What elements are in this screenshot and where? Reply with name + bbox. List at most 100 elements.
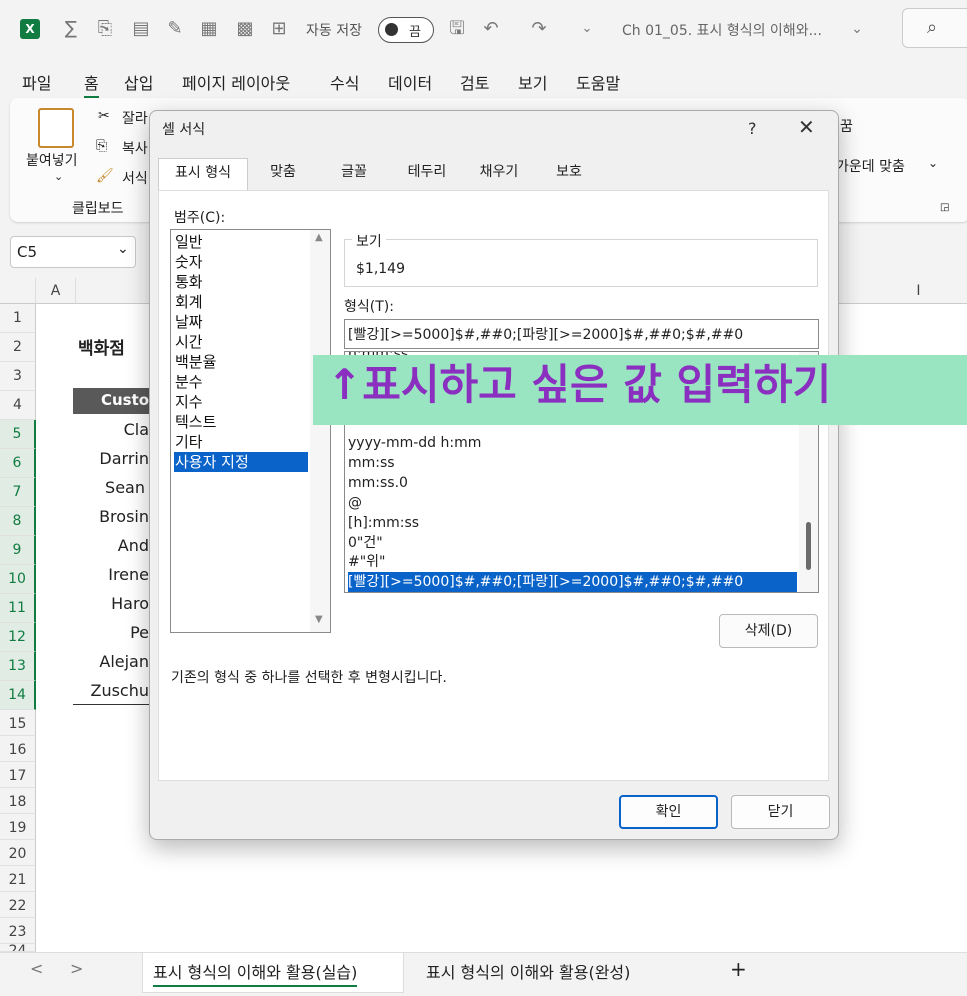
sum-icon[interactable]: ∑ (60, 18, 82, 40)
category-item-selected[interactable]: 사용자 지정 (174, 452, 308, 472)
row-header[interactable]: 9 (0, 536, 36, 565)
menu-formulas[interactable]: 수식 (330, 70, 359, 94)
name-cell[interactable]: And (118, 536, 149, 555)
menu-file[interactable]: 파일 (22, 70, 51, 94)
tab-number[interactable]: 표시 형식 (158, 158, 248, 192)
menu-view[interactable]: 보기 (518, 70, 547, 94)
brush-icon[interactable]: ✎ (164, 18, 186, 40)
chevron-down-icon[interactable]: ⌄ (846, 18, 868, 40)
name-cell[interactable]: Pe (130, 623, 149, 642)
scroll-thumb[interactable] (806, 522, 811, 570)
tab-protection[interactable]: 보호 (536, 158, 602, 190)
table-icon[interactable]: ▦ (198, 18, 220, 40)
category-item[interactable]: 백분율 (174, 352, 308, 372)
category-item[interactable]: 분수 (174, 372, 308, 392)
row-header[interactable]: 20 (0, 840, 36, 866)
sheet-tab-completed[interactable]: 표시 형식의 이해와 활용(완성) (426, 959, 630, 983)
search-box[interactable]: ⌕ (902, 8, 967, 48)
customize-icon[interactable]: ⌄ (576, 18, 598, 40)
format-item[interactable]: @ (348, 493, 797, 513)
cut-button[interactable]: 잘라 (122, 108, 148, 128)
name-cell[interactable]: Sean (105, 478, 145, 497)
prev-sheet-icon[interactable]: < (30, 959, 43, 978)
row-header[interactable]: 2 (0, 333, 36, 362)
category-item[interactable]: 기타 (174, 432, 308, 452)
header-cell[interactable]: Custo (73, 388, 153, 414)
sheet-title-cell[interactable]: 백화점 (78, 334, 125, 359)
close-icon[interactable]: ✕ (798, 115, 815, 139)
tab-fill[interactable]: 채우기 (464, 158, 534, 190)
row-header[interactable]: 23 (0, 918, 36, 944)
next-sheet-icon[interactable]: > (70, 959, 83, 978)
row-header[interactable]: 19 (0, 814, 36, 840)
menu-help[interactable]: 도움말 (576, 70, 620, 94)
chevron-down-icon[interactable]: ⌄ (928, 156, 938, 170)
sheet-tab-active[interactable]: 표시 형식의 이해와 활용(실습) (142, 953, 404, 993)
paste-icon[interactable] (38, 108, 74, 148)
row-header[interactable]: 22 (0, 892, 36, 918)
row-header[interactable]: 12 (0, 623, 36, 652)
paste-button[interactable]: 붙여넣기 (26, 150, 78, 170)
row-header[interactable]: 16 (0, 736, 36, 762)
copy-button[interactable]: 복사 (122, 138, 148, 158)
format-item[interactable]: [h]:mm:ss (348, 513, 797, 533)
grid-icon[interactable]: ▩ (234, 18, 256, 40)
format-painter-button[interactable]: 서식 (122, 168, 148, 188)
menu-page-layout[interactable]: 페이지 레이아웃 (182, 70, 290, 94)
chevron-down-icon[interactable]: ⌄ (54, 170, 63, 183)
name-cell[interactable]: Alejan (99, 652, 149, 671)
name-box[interactable]: C5 ⌄ (10, 236, 136, 268)
format-painter-icon[interactable]: 🖌 (96, 168, 114, 184)
ok-button[interactable]: 확인 (619, 795, 718, 829)
category-item[interactable]: 통화 (174, 272, 308, 292)
save-icon[interactable]: 🖫 (446, 18, 468, 40)
name-cell[interactable]: Cla (124, 420, 149, 439)
document-title[interactable]: Ch 01_05. 표시 형식의 이해와... (622, 20, 822, 40)
category-item[interactable]: 회계 (174, 292, 308, 312)
format-item[interactable]: mm:ss (348, 453, 797, 473)
category-item[interactable]: 텍스트 (174, 412, 308, 432)
row-header[interactable]: 5 (0, 420, 36, 449)
scroll-up-icon[interactable]: ▲ (315, 232, 323, 243)
name-cell[interactable]: Irene (108, 565, 149, 584)
autosave-toggle[interactable]: 끔 (378, 17, 434, 43)
row-header[interactable]: 7 (0, 478, 36, 507)
category-item[interactable]: 시간 (174, 332, 308, 352)
wrap-text-button[interactable]: 꿈 (840, 116, 853, 136)
name-cell[interactable]: Darrin (99, 449, 149, 468)
format-item[interactable]: mm:ss.0 (348, 473, 797, 493)
name-cell[interactable]: Brosin (99, 507, 149, 526)
add-sheet-icon[interactable]: + (730, 957, 747, 981)
row-header[interactable]: 18 (0, 788, 36, 814)
column-header-i[interactable]: I (870, 278, 967, 304)
tab-border[interactable]: 테두리 (392, 158, 462, 190)
menu-insert[interactable]: 삽입 (124, 70, 153, 94)
tab-font[interactable]: 글꼴 (318, 158, 390, 190)
merge-icon[interactable]: ⊞ (268, 18, 290, 40)
row-header[interactable]: 14 (0, 681, 36, 710)
format-item[interactable]: yyyy-mm-dd h:mm (348, 433, 797, 453)
scroll-down-icon[interactable]: ▼ (315, 614, 323, 625)
dialog-launcher-icon[interactable]: ◲ (940, 202, 949, 213)
name-cell[interactable]: Zuschu (90, 681, 149, 700)
row-header[interactable]: 17 (0, 762, 36, 788)
chevron-down-icon[interactable]: ⌄ (117, 241, 129, 257)
format-icon[interactable]: ⎘ (94, 18, 116, 40)
row-header[interactable]: 10 (0, 565, 36, 594)
row-header[interactable]: 24 (0, 944, 36, 952)
help-icon[interactable]: ? (748, 119, 757, 138)
row-header[interactable]: 3 (0, 362, 36, 391)
delete-button[interactable]: 삭제(D) (719, 614, 818, 648)
menu-home[interactable]: 홈 (84, 70, 99, 99)
name-cell[interactable]: Haro (111, 594, 149, 613)
menu-data[interactable]: 데이터 (388, 70, 432, 94)
menu-review[interactable]: 검토 (460, 70, 489, 94)
category-item[interactable]: 지수 (174, 392, 308, 412)
merge-center-button[interactable]: 가운데 맞춤 (836, 156, 905, 176)
redo-icon[interactable]: ↷ (528, 18, 550, 40)
category-item[interactable]: 숫자 (174, 252, 308, 272)
row-header[interactable]: 15 (0, 710, 36, 736)
tab-alignment[interactable]: 맞춤 (250, 158, 316, 190)
column-header-a[interactable]: A (36, 278, 76, 304)
type-input[interactable]: [빨강][>=5000]$#,##0;[파랑][>=2000]$#,##0;$#… (344, 319, 819, 349)
